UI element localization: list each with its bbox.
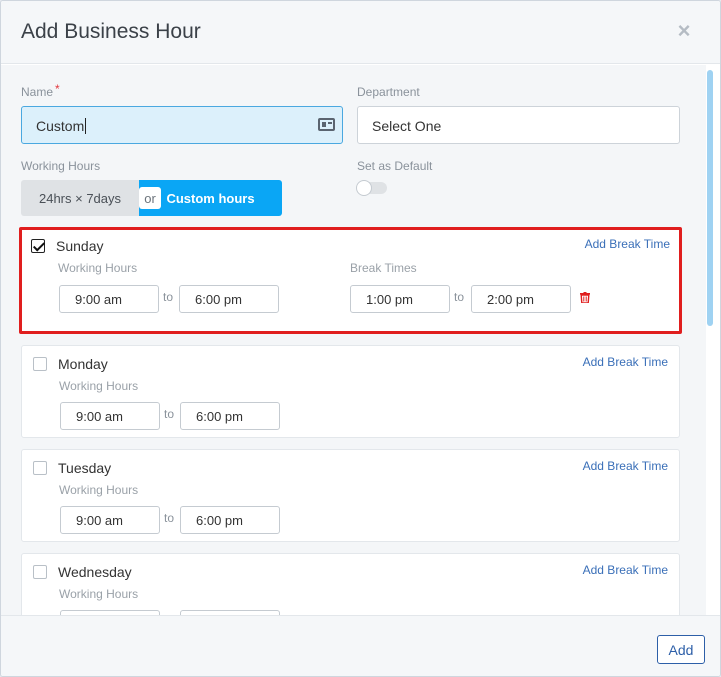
working-to-input[interactable]: 6:00 pm (179, 285, 279, 313)
working-hours-sublabel: Working Hours (58, 261, 138, 275)
working-hours-sublabel: Working Hours (59, 379, 139, 393)
day-card-wednesday: Wednesday Add Break Time Working Hours (21, 553, 680, 615)
or-separator: or (139, 187, 161, 209)
add-business-hour-modal: Add Business Hour × Name * Custom Departm… (0, 0, 721, 677)
required-mark: * (55, 82, 60, 96)
name-input-value: Custom (36, 118, 85, 134)
working-hours-sublabel: Working Hours (59, 483, 139, 497)
modal-body[interactable]: Name * Custom Department Select One Worki… (1, 65, 706, 615)
add-break-time-link[interactable]: Add Break Time (583, 563, 668, 577)
tuesday-checkbox[interactable] (33, 461, 47, 475)
break-from-input[interactable]: 1:00 pm (350, 285, 450, 313)
day-card-sunday: Sunday Add Break Time Working Hours 9:00… (19, 227, 682, 334)
to-text: to (163, 290, 174, 304)
working-from-input[interactable]: 9:00 am (60, 506, 160, 534)
text-caret (85, 118, 87, 134)
contact-card-icon (318, 118, 335, 131)
working-from-input[interactable]: 9:00 am (59, 285, 159, 313)
day-name: Wednesday (58, 564, 132, 580)
close-icon[interactable]: × (676, 20, 692, 42)
day-name: Monday (58, 356, 108, 372)
trash-icon[interactable] (580, 292, 590, 303)
working-from-input[interactable]: 9:00 am (60, 402, 160, 430)
working-hours-toggle: 24hrs × 7days or Custom hours (21, 180, 282, 216)
add-break-time-link[interactable]: Add Break Time (583, 459, 668, 473)
all-days-option[interactable]: 24hrs × 7days (21, 180, 139, 216)
name-label: Name * (21, 82, 60, 99)
department-select[interactable]: Select One (357, 106, 680, 144)
working-to-input[interactable]: 6:00 pm (180, 402, 280, 430)
modal-title: Add Business Hour (21, 20, 201, 43)
add-button[interactable]: Add (657, 635, 705, 664)
working-hours-label: Working Hours (21, 159, 101, 173)
set-default-toggle[interactable] (356, 180, 387, 196)
add-break-time-link[interactable]: Add Break Time (585, 237, 670, 251)
to-text: to (454, 290, 465, 304)
day-card-monday: Monday Add Break Time Working Hours 9:00… (21, 345, 680, 438)
working-to-input[interactable]: 6:00 pm (180, 506, 280, 534)
set-default-label: Set as Default (357, 159, 433, 173)
day-name: Tuesday (58, 460, 112, 476)
modal-header: Add Business Hour × (1, 1, 720, 64)
to-text: to (164, 407, 175, 421)
scrollbar-thumb[interactable] (707, 70, 713, 326)
to-text: to (164, 511, 175, 525)
break-times-sublabel: Break Times (350, 261, 417, 275)
name-input[interactable]: Custom (21, 106, 343, 144)
break-to-input[interactable]: 2:00 pm (471, 285, 571, 313)
day-card-tuesday: Tuesday Add Break Time Working Hours 9:0… (21, 449, 680, 542)
department-label: Department (357, 85, 420, 99)
monday-checkbox[interactable] (33, 357, 47, 371)
add-break-time-link[interactable]: Add Break Time (583, 355, 668, 369)
sunday-checkbox[interactable] (31, 239, 45, 253)
wednesday-checkbox[interactable] (33, 565, 47, 579)
working-hours-sublabel: Working Hours (59, 587, 139, 601)
toggle-knob (356, 180, 372, 196)
modal-footer: Add (1, 615, 720, 676)
day-name: Sunday (56, 238, 104, 254)
